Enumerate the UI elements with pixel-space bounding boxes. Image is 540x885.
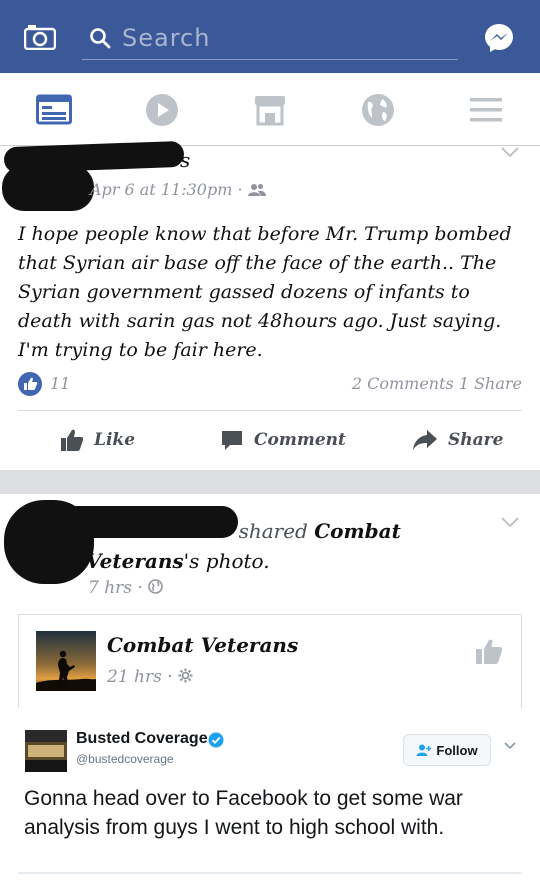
like-button[interactable]: Like xyxy=(60,420,135,460)
photo-suffix[interactable]: 's photo. xyxy=(184,549,270,573)
post1-comment-share-counts[interactable]: 2 Comments 1 Share xyxy=(352,374,522,393)
meta-separator: · xyxy=(167,667,173,687)
add-user-icon xyxy=(416,744,432,756)
top-bar: Search xyxy=(0,0,540,73)
redacted-avatar xyxy=(2,165,94,211)
feed-separator xyxy=(0,470,540,494)
public-globe-icon xyxy=(148,579,164,594)
shared-label: shared xyxy=(238,519,308,543)
post1-author-suffix: s xyxy=(180,148,191,172)
globe-icon[interactable] xyxy=(360,93,396,127)
messenger-icon[interactable] xyxy=(483,22,515,54)
search-bar[interactable]: Search xyxy=(82,18,458,60)
comment-icon xyxy=(222,431,242,450)
post1-timestamp[interactable]: Apr 6 at 11:30pm xyxy=(90,180,232,199)
camera-icon[interactable] xyxy=(24,24,56,50)
tweet-handle[interactable]: @bustedcoverage xyxy=(76,752,174,766)
friends-audience-icon xyxy=(247,184,266,196)
divider xyxy=(18,410,522,411)
share-button[interactable]: Share xyxy=(412,420,503,460)
post2-timestamp[interactable]: 7 hrs xyxy=(88,578,132,598)
post2-meta: 7 hrs · xyxy=(88,578,164,598)
tweet-display-name[interactable]: Busted Coverage xyxy=(76,730,208,748)
nav-bar xyxy=(0,73,540,146)
meta-separator: · xyxy=(137,578,143,598)
verified-badge-icon xyxy=(208,732,224,748)
share-icon xyxy=(413,430,437,450)
meta-separator: · xyxy=(237,180,243,199)
thumbs-up-icon[interactable] xyxy=(475,637,503,665)
tweet-text: Gonna head over to Facebook to get some … xyxy=(24,787,463,839)
card-page-name[interactable]: Combat Veterans xyxy=(107,633,298,657)
page-avatar[interactable] xyxy=(36,631,96,691)
thumbs-up-icon xyxy=(61,429,84,451)
video-icon[interactable] xyxy=(144,93,180,127)
comment-button[interactable]: Comment xyxy=(220,420,346,460)
search-icon xyxy=(90,28,111,49)
comment-label: Comment xyxy=(254,430,346,450)
post1-like-count[interactable]: 11 xyxy=(50,374,70,393)
post2-options-chevron-icon[interactable] xyxy=(500,516,520,528)
search-placeholder: Search xyxy=(122,24,211,52)
follow-label: Follow xyxy=(436,742,478,758)
menu-icon[interactable] xyxy=(468,93,504,127)
marketplace-icon[interactable] xyxy=(252,93,288,127)
post2-heading: Th shared Combat Veterans's photo. xyxy=(86,516,496,576)
card-meta: 21 hrs · xyxy=(107,667,193,687)
share-label: Share xyxy=(448,430,504,450)
news-feed-icon[interactable] xyxy=(36,93,72,127)
tweet-bottom-border xyxy=(18,872,522,885)
thumbs-up-icon xyxy=(24,377,38,390)
chevron-down-icon[interactable] xyxy=(504,742,516,750)
follow-button[interactable]: Follow xyxy=(403,734,491,766)
gear-icon xyxy=(178,668,193,683)
post1-text: I hope people know that before Mr. Trump… xyxy=(18,223,512,361)
shared-post-card[interactable]: Combat Veterans 21 hrs · xyxy=(18,614,522,714)
tweet-avatar[interactable] xyxy=(25,730,67,772)
post1-options-chevron-icon[interactable] xyxy=(500,146,520,158)
tweet-screenshot: Busted Coverage @bustedcoverage Follow G… xyxy=(0,708,540,885)
card-timestamp[interactable]: 21 hrs xyxy=(107,667,162,687)
like-label: Like xyxy=(94,430,136,450)
like-reaction-badge[interactable] xyxy=(18,372,42,396)
post1-meta: Apr 6 at 11:30pm · xyxy=(90,180,266,199)
